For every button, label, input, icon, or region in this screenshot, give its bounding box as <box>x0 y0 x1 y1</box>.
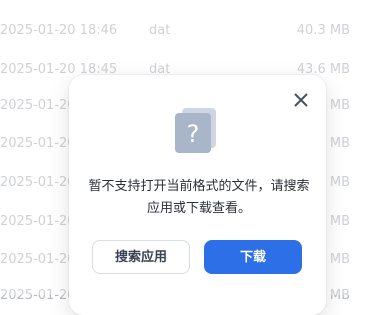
close-button[interactable] <box>293 92 309 108</box>
unsupported-file-dialog: ? 暂不支持打开当前格式的文件，请搜索应用或下载查看。 搜索应用 下载 <box>69 75 326 315</box>
close-icon <box>294 93 308 107</box>
search-app-button[interactable]: 搜索应用 <box>92 240 190 274</box>
unknown-file-icon: ? <box>173 106 219 154</box>
dialog-message: 暂不支持打开当前格式的文件，请搜索应用或下载查看。 <box>88 179 310 216</box>
svg-text:?: ? <box>187 120 200 148</box>
download-button[interactable]: 下载 <box>204 240 302 274</box>
